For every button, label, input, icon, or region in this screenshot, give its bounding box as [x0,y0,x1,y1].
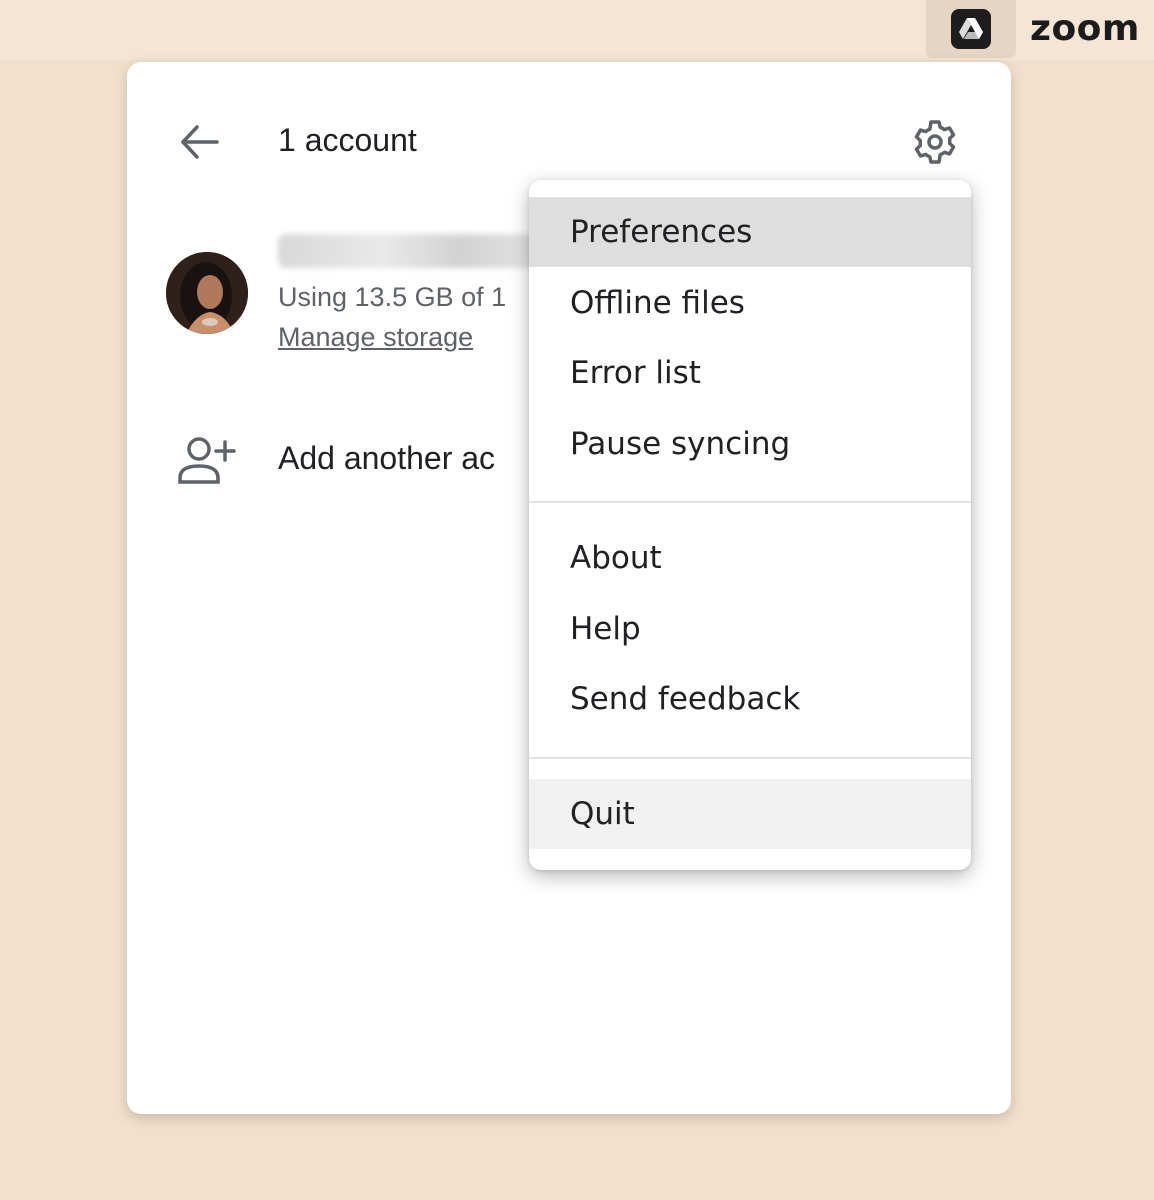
avatar[interactable] [166,252,248,334]
menu-item-preferences[interactable]: Preferences [529,197,971,267]
person-add-icon[interactable] [177,434,237,486]
menu-divider [529,757,971,759]
menu-item-offline-files[interactable]: Offline files [529,268,971,338]
menu-item-send-feedback[interactable]: Send feedback [529,664,971,734]
google-drive-icon [951,9,991,49]
menu-item-pause-syncing[interactable]: Pause syncing [529,409,971,479]
menu-bar: zoom [0,0,1154,60]
account-email-blurred [278,234,538,268]
settings-dropdown-menu: Preferences Offline files Error list Pau… [529,180,971,870]
arrow-left-icon[interactable] [177,120,221,164]
menu-divider [529,501,971,503]
panel-title: 1 account [278,122,417,158]
add-account-label[interactable]: Add another ac [278,440,495,477]
zoom-menubar-item[interactable]: zoom [1030,8,1140,49]
menu-item-about[interactable]: About [529,523,971,593]
menu-item-help[interactable]: Help [529,594,971,664]
storage-usage-text: Using 13.5 GB of 1 [278,282,507,312]
gear-icon[interactable] [911,118,959,166]
menu-item-quit[interactable]: Quit [529,779,971,849]
manage-storage-link[interactable]: Manage storage [278,322,473,353]
menu-item-error-list[interactable]: Error list [529,338,971,408]
drive-menubar-button[interactable] [926,0,1016,58]
desktop-background: zoom 1 account Using 13.5 GB of 1 Manage… [0,0,1154,1200]
